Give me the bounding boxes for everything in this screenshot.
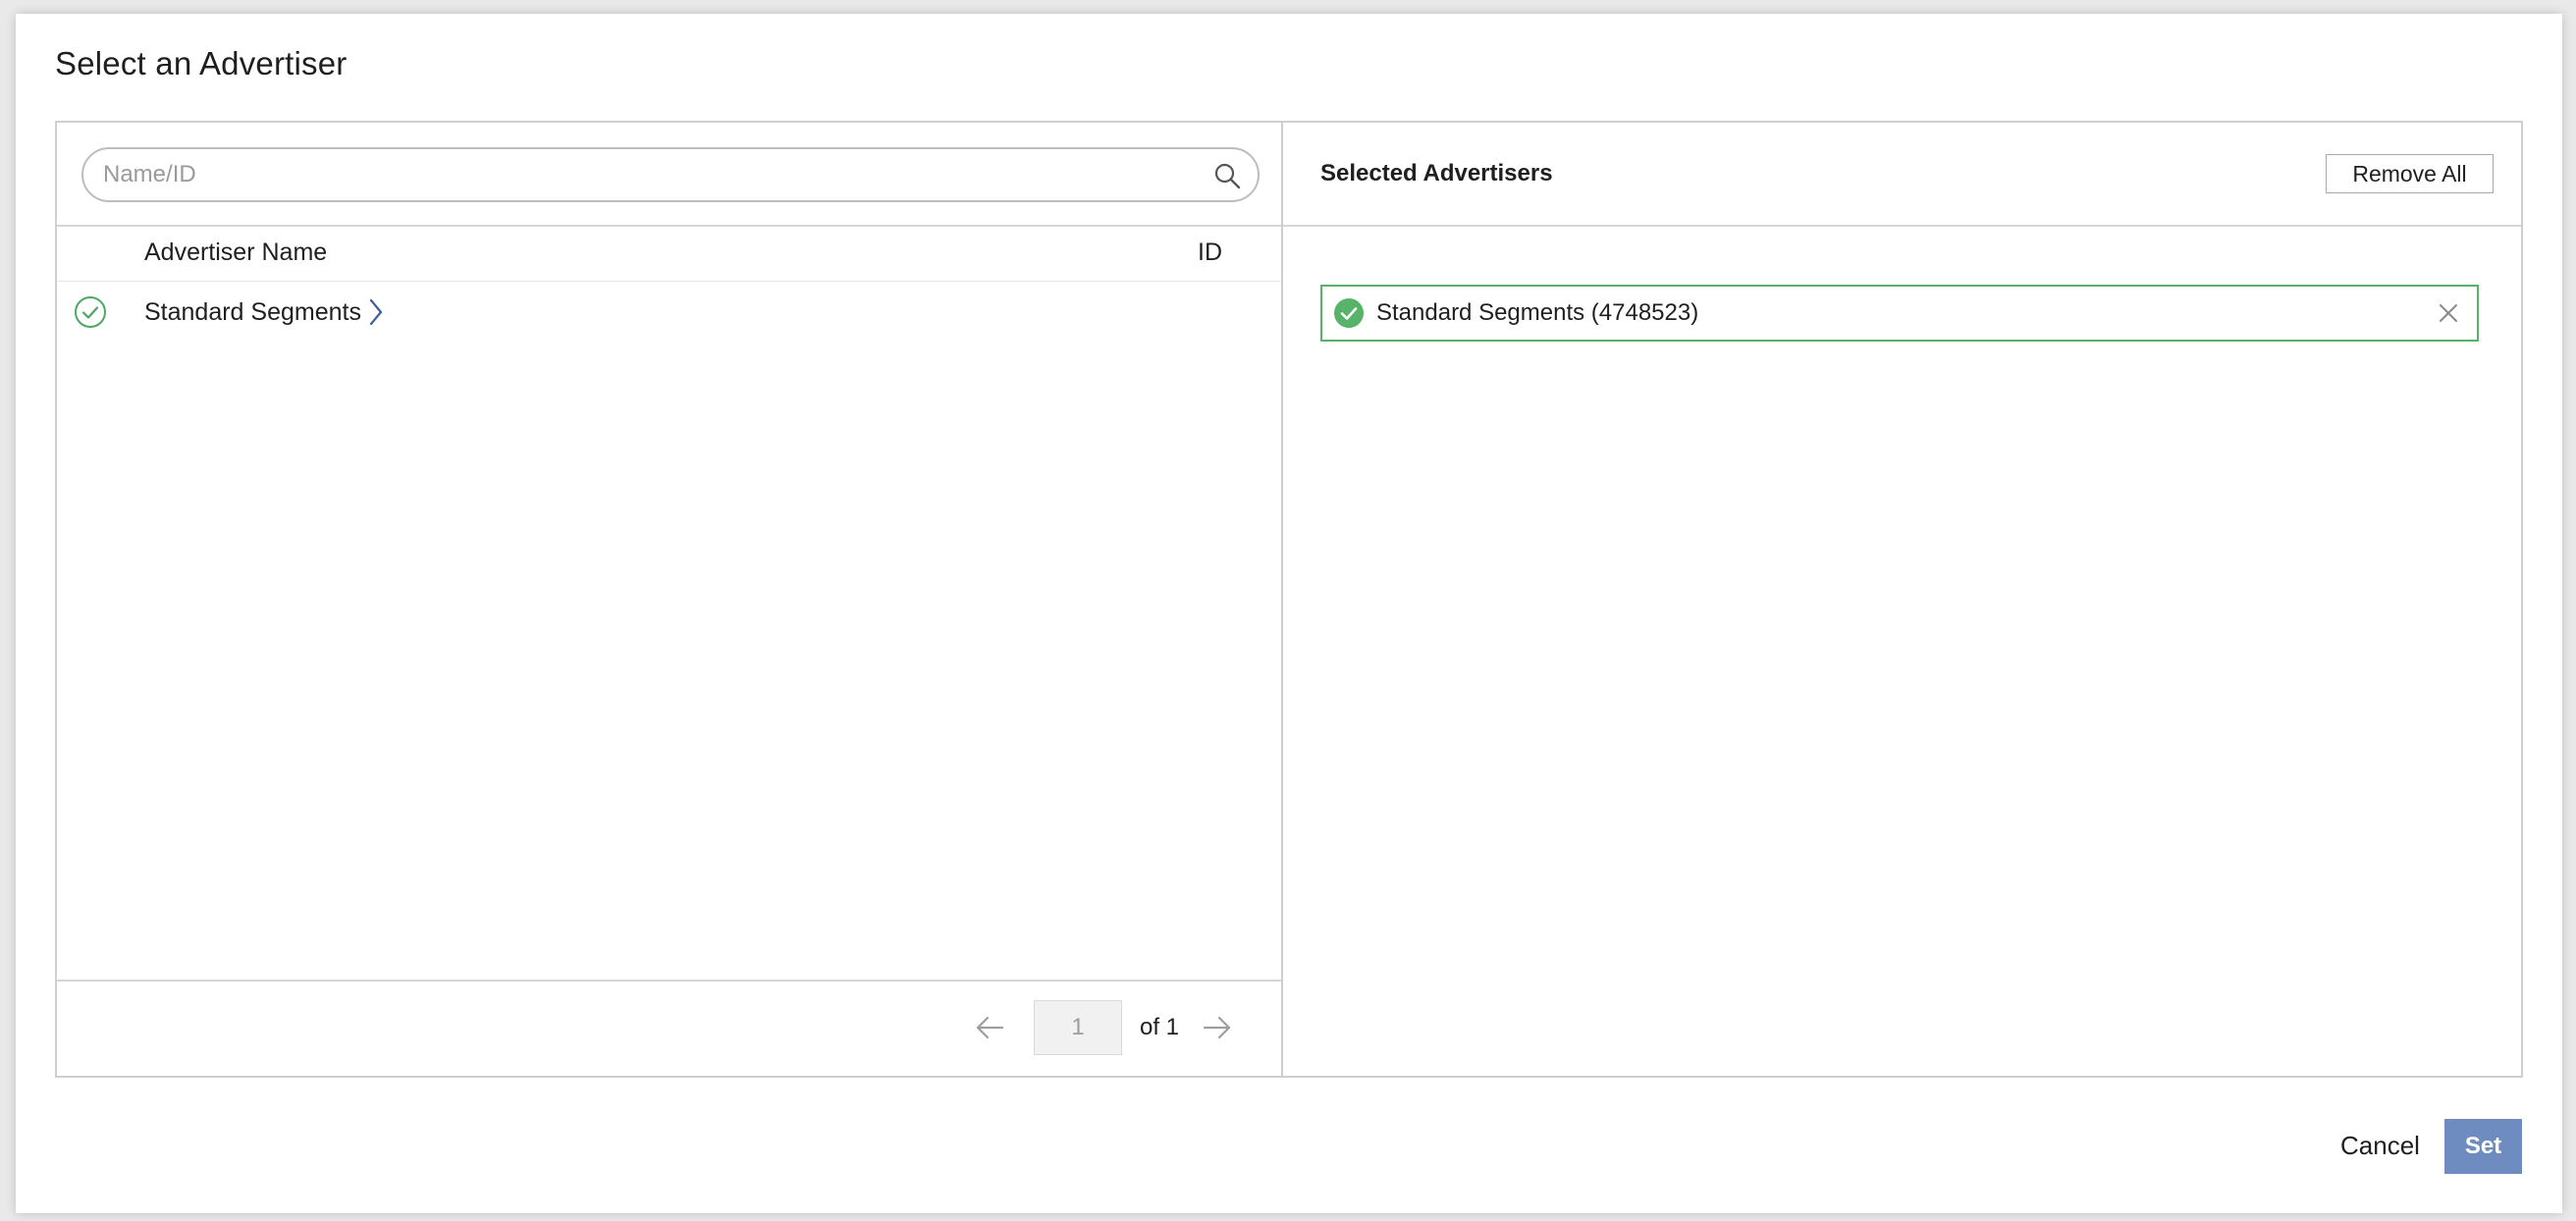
advertiser-picker-panel: Advertiser Name ID Standard Segments (55, 121, 2523, 1078)
arrow-right-icon[interactable] (1202, 1014, 1233, 1041)
check-circle-outline-icon[interactable] (74, 295, 107, 329)
pagination: 1 of 1 (57, 980, 1281, 1076)
table-header: Advertiser Name ID (57, 227, 1281, 282)
advertiser-name[interactable]: Standard Segments (144, 298, 361, 327)
set-button[interactable]: Set (2444, 1119, 2522, 1174)
selected-advertisers-pane: Selected Advertisers Remove All Standard… (1283, 123, 2521, 1076)
remove-all-button[interactable]: Remove All (2326, 154, 2494, 193)
column-header-advertiser-name: Advertiser Name (144, 239, 328, 266)
close-icon[interactable] (2438, 302, 2459, 324)
search-box[interactable] (81, 147, 1260, 202)
chevron-right-icon[interactable] (367, 297, 385, 327)
cancel-button[interactable]: Cancel (2340, 1126, 2420, 1165)
selected-advertiser-label: Standard Segments (4748523) (1376, 299, 1699, 326)
search-icon[interactable] (1212, 161, 1242, 190)
arrow-left-icon[interactable] (974, 1014, 1005, 1041)
search-bar (57, 123, 1281, 227)
selected-advertiser-chip: Standard Segments (4748523) (1320, 285, 2479, 342)
page-number-input[interactable]: 1 (1034, 1000, 1122, 1055)
table-row[interactable]: Standard Segments (57, 282, 1281, 343)
dialog-title: Select an Advertiser (55, 45, 348, 81)
available-advertisers-pane: Advertiser Name ID Standard Segments (57, 123, 1283, 1076)
check-circle-filled-icon (1334, 298, 1364, 328)
selected-header: Selected Advertisers Remove All (1283, 123, 2521, 227)
select-advertiser-dialog: Select an Advertiser Advertiser Name ID (16, 14, 2562, 1213)
page-count-label: of 1 (1140, 1014, 1180, 1040)
selected-advertisers-title: Selected Advertisers (1320, 160, 1553, 186)
column-header-id: ID (1198, 239, 1222, 266)
search-input[interactable] (101, 149, 1191, 200)
